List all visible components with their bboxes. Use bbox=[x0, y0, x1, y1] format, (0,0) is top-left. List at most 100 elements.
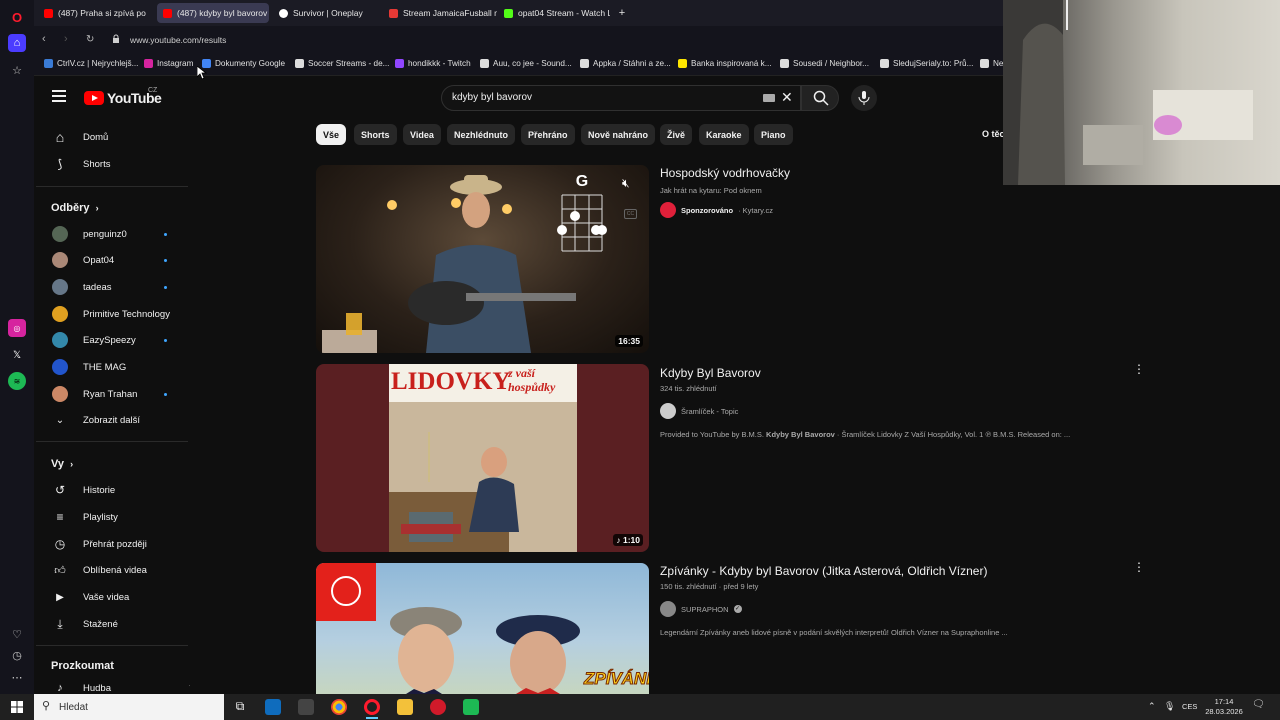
chip-all[interactable]: Vše bbox=[316, 124, 347, 145]
tab-4[interactable]: opat04 Stream - Watch Li bbox=[498, 3, 610, 23]
url-field[interactable]: www.youtube.com/results bbox=[130, 35, 226, 45]
video-title[interactable]: Kdyby Byl Bavorov bbox=[660, 366, 761, 380]
spotify-icon[interactable]: ≋ bbox=[8, 372, 26, 390]
captions-icon[interactable]: CC bbox=[624, 209, 637, 219]
language-indicator[interactable]: CES bbox=[1182, 702, 1197, 712]
clear-search-icon[interactable]: ✕ bbox=[781, 89, 793, 106]
sidebar-scroll-down-icon[interactable]: ▼ bbox=[188, 684, 190, 691]
tab-3[interactable]: Stream JamaicaFusball m bbox=[383, 3, 497, 23]
star-icon[interactable]: ☆ bbox=[8, 61, 26, 79]
tray-chevron-icon[interactable]: ⌃ bbox=[1148, 701, 1156, 711]
sidebar-item-your-videos[interactable]: ▶ Vaše videa bbox=[36, 584, 188, 610]
more-icon[interactable]: ⋯ bbox=[8, 668, 26, 686]
calculator-icon[interactable] bbox=[298, 699, 314, 715]
sidebar-item-watch-later[interactable]: ◷ Přehrát později bbox=[36, 531, 188, 557]
windows-start-icon[interactable] bbox=[11, 701, 23, 713]
video-thumbnail[interactable]: G 🔇︎ CC 16:35 bbox=[316, 165, 649, 353]
taskbar-search[interactable]: ⚲ Hledat bbox=[34, 694, 224, 720]
youtube-logo[interactable]: YouTube CZ bbox=[84, 87, 162, 106]
sidebar-item-downloads[interactable]: ⤓ Stažené bbox=[36, 611, 188, 637]
tab-0[interactable]: (487) Praha si zpívá po bbox=[38, 3, 153, 23]
voice-search-button[interactable] bbox=[851, 85, 877, 111]
chip-piano[interactable]: Piano bbox=[754, 124, 793, 145]
video-title[interactable]: Hospodský vodrhovačky bbox=[660, 166, 790, 180]
task-view-icon[interactable]: ⧉ bbox=[232, 699, 248, 715]
forward-icon[interactable]: › bbox=[64, 33, 68, 45]
chips-overflow-label[interactable]: O těc bbox=[982, 129, 1005, 139]
sidebar-item-history[interactable]: ↺ Historie bbox=[36, 477, 188, 503]
bookmark-appka[interactable]: Appka / Stáhni a ze... bbox=[580, 59, 671, 68]
file-explorer-icon[interactable] bbox=[397, 699, 413, 715]
opera-icon[interactable] bbox=[364, 699, 380, 715]
bookmark-soccer-streams[interactable]: Soccer Streams - de... bbox=[295, 59, 389, 68]
bookmark-twitch[interactable]: hondikkk - Twitch bbox=[395, 59, 471, 68]
instagram-icon[interactable]: ◎ bbox=[8, 319, 26, 337]
sidebar-item-shorts[interactable]: ⟆ Shorts bbox=[36, 151, 188, 177]
heart-icon[interactable]: ♡ bbox=[8, 625, 26, 643]
sidebar-sub-eazyspeezy[interactable]: EazySpeezy bbox=[36, 327, 188, 353]
sidebar-sub-penguinz0[interactable]: penguinz0 bbox=[36, 221, 188, 247]
back-icon[interactable]: ‹ bbox=[42, 33, 46, 45]
opera-logo-icon[interactable]: O bbox=[8, 8, 26, 26]
search-input[interactable] bbox=[452, 92, 752, 103]
bookmark-instagram[interactable]: Instagram bbox=[144, 59, 193, 68]
page-icon bbox=[780, 59, 789, 68]
page-icon bbox=[480, 59, 489, 68]
app-icon[interactable] bbox=[463, 699, 479, 715]
new-tab-button[interactable]: + bbox=[614, 3, 630, 23]
more-options-icon[interactable]: ⋮ bbox=[1133, 363, 1145, 375]
video-thumbnail[interactable]: LIDOVKY z vaší hospůdky ♪ 1:10 bbox=[316, 364, 649, 552]
avatar bbox=[52, 386, 68, 402]
clock[interactable]: 17:14 28.03.2026 bbox=[1202, 697, 1246, 717]
chip-watched[interactable]: Přehráno bbox=[521, 124, 575, 145]
bookmark-soundcloud[interactable]: Auu, co jee - Sound... bbox=[480, 59, 572, 68]
x-icon[interactable]: 𝕏 bbox=[8, 346, 26, 364]
notifications-icon[interactable]: 🗨︎ bbox=[1252, 700, 1265, 710]
sidebar-item-liked[interactable]: 👍︎ Oblíbená videa bbox=[36, 557, 188, 583]
sidebar-item-home[interactable]: ⌂ Domů bbox=[36, 124, 188, 150]
sidebar-sub-ryan-trahan[interactable]: Ryan Trahan bbox=[36, 381, 188, 407]
youtube-play-icon bbox=[84, 91, 104, 105]
more-options-icon[interactable]: ⋮ bbox=[1133, 561, 1145, 573]
sidebar-sub-tadeas[interactable]: tadeas bbox=[36, 274, 188, 300]
chip-shorts[interactable]: Shorts bbox=[354, 124, 397, 145]
hamburger-menu-icon[interactable] bbox=[52, 90, 66, 102]
reload-icon[interactable]: ↻ bbox=[86, 34, 94, 45]
video-title[interactable]: Zpívánky - Kdyby byl Bavorov (Jitka Aste… bbox=[660, 564, 987, 578]
sidebar-sub-opat04[interactable]: Opat04 bbox=[36, 247, 188, 273]
bookmark-ne[interactable]: Ne bbox=[980, 59, 1003, 68]
home-icon[interactable]: ⌂ bbox=[8, 34, 26, 52]
microphone-tray-icon[interactable]: 🎙︎ bbox=[1164, 701, 1175, 711]
chrome-icon[interactable] bbox=[331, 699, 347, 715]
app-icon[interactable] bbox=[430, 699, 446, 715]
chip-unwatched[interactable]: Nezhlédnuto bbox=[447, 124, 515, 145]
subscriptions-header[interactable]: Odběry › bbox=[51, 202, 99, 214]
sidebar-item-playlists[interactable]: ≡ Playlisty bbox=[36, 504, 188, 530]
chip-karaoke[interactable]: Karaoke bbox=[699, 124, 749, 145]
bookmark-banka[interactable]: Banka inspirovaná k... bbox=[678, 59, 772, 68]
sidebar-item-music[interactable]: ♪ Hudba bbox=[36, 675, 188, 694]
channel-info[interactable]: Šramlíček - Topic bbox=[660, 403, 738, 419]
sidebar-show-more[interactable]: ⌄ Zobrazit další bbox=[36, 407, 188, 433]
tab-1[interactable]: (487) kdyby byl bavorov bbox=[157, 3, 269, 23]
mute-icon[interactable]: 🔇︎ bbox=[622, 176, 630, 191]
tab-label: (487) Praha si zpívá po bbox=[58, 8, 146, 18]
bookmark-sousedi[interactable]: Sousedi / Neighbor... bbox=[780, 59, 869, 68]
chip-recently-uploaded[interactable]: Nově nahráno bbox=[581, 124, 656, 145]
sidebar-sub-primitive-technology[interactable]: Primitive Technology bbox=[36, 301, 188, 327]
search-button[interactable] bbox=[801, 85, 839, 111]
tab-2[interactable]: Survivor | Oneplay bbox=[273, 3, 378, 23]
you-header[interactable]: Vy › bbox=[51, 458, 73, 470]
outlook-icon[interactable] bbox=[265, 699, 281, 715]
bookmark-ctrlv[interactable]: CtrlV.cz | Nejrychlejš... bbox=[44, 59, 138, 68]
bookmark-google-docs[interactable]: Dokumenty Google bbox=[202, 59, 285, 68]
channel-info[interactable]: SUPRAPHON ✓ bbox=[660, 601, 742, 617]
sidebar-sub-the-mag[interactable]: THE MAG bbox=[36, 354, 188, 380]
chip-videos[interactable]: Videa bbox=[403, 124, 441, 145]
bookmark-sledujserialy[interactable]: SledujSerialy.to: Prů... bbox=[880, 59, 973, 68]
keyboard-icon[interactable] bbox=[763, 94, 775, 102]
channel-info[interactable]: Sponzorováno · Kytary.cz bbox=[660, 202, 773, 218]
video-thumbnail[interactable]: ZPÍVÁNKY bbox=[316, 563, 649, 694]
history-icon[interactable]: ◷ bbox=[8, 646, 26, 664]
chip-live[interactable]: Živě bbox=[660, 124, 693, 145]
